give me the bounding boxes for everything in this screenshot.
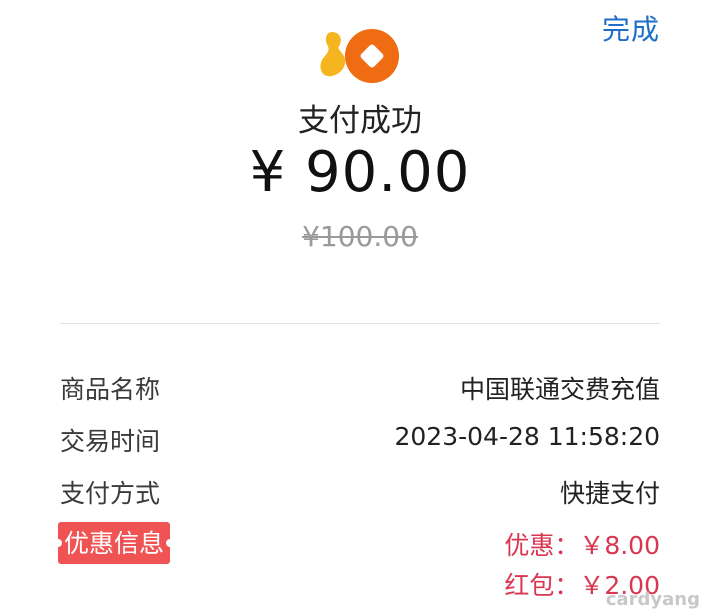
- discount-tag: 优惠信息: [53, 522, 175, 564]
- detail-value: 2023-04-28 11:58:20: [394, 422, 660, 451]
- detail-row-red-packet: 红包：￥2.00: [60, 566, 660, 606]
- original-amount: ¥100.00: [302, 220, 418, 253]
- payment-amount: ¥ 90.00: [249, 140, 471, 205]
- detail-row-time: 交易时间 2023-04-28 11:58:20: [60, 422, 660, 462]
- payment-status: 支付成功: [298, 103, 422, 139]
- done-button[interactable]: 完成: [602, 8, 660, 48]
- watermark: cardyang: [605, 589, 700, 610]
- detail-row-method: 支付方式 快捷支付: [60, 474, 660, 514]
- detail-row-product: 商品名称 中国联通交费充值: [60, 370, 660, 410]
- detail-label: 商品名称: [60, 375, 161, 404]
- detail-label: 支付方式: [60, 479, 161, 508]
- pay-logo-icon: [320, 29, 399, 83]
- detail-value: 快捷支付: [559, 479, 660, 508]
- coupon-value: 优惠：￥8.00: [504, 531, 660, 560]
- detail-row-discount: 优惠信息 优惠：￥8.00: [53, 522, 660, 566]
- divider: [60, 323, 660, 324]
- detail-label: 交易时间: [60, 427, 161, 456]
- detail-value: 中国联通交费充值: [459, 375, 660, 404]
